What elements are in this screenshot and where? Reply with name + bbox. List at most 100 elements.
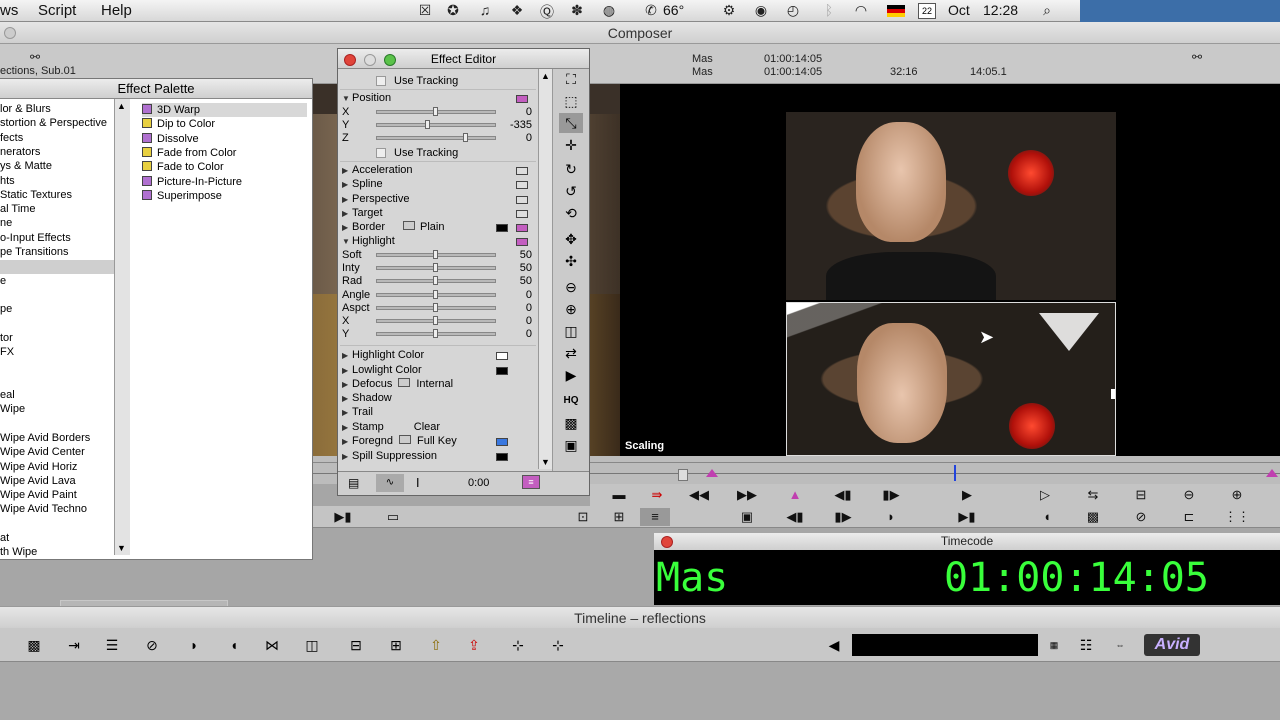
effect-category-item[interactable]: eal [0,389,15,401]
composer-close-button[interactable] [4,27,16,39]
extract-up-icon[interactable]: ⇪ [460,636,488,654]
border-style-value[interactable]: Plain [420,221,444,233]
render-effect-icon[interactable]: ▩ [559,413,583,433]
add-keyframe-button[interactable]: ▩ [1078,508,1108,526]
go-to-out-button[interactable]: ▶▮ [952,508,982,526]
phone-icon[interactable]: ✆ [640,2,662,19]
effect-item[interactable]: Fade to Color [142,160,307,174]
menubar-date[interactable]: Oct [948,2,970,18]
editor-minimize-button[interactable] [364,54,376,66]
quick-transition-button[interactable]: ⊏ [1174,508,1204,526]
trim-left-icon[interactable]: ⊹ [504,636,532,654]
effect-category-item[interactable]: stortion & Perspective [0,117,107,129]
effect-category-item[interactable]: Wipe Avid Paint [0,489,77,501]
extract-icon[interactable]: ☰ [98,636,126,654]
rotate-z-tool-icon[interactable]: ⟲ [559,203,583,223]
transition-tool-icon[interactable]: ⇄ [559,343,583,363]
effect-category-item[interactable]: e [0,275,6,287]
parameter-group[interactable]: ▶ Target [342,206,383,220]
group-enable-box[interactable] [516,195,528,204]
music-note-icon[interactable]: ♫ [474,2,496,18]
slider-knob[interactable] [433,250,438,259]
disclosure-closed-icon[interactable]: ▶ [342,193,352,207]
lift-button[interactable]: ▭ [378,508,408,526]
highlight-param-value[interactable]: 50 [502,248,532,262]
clear-icon[interactable]: ⊘ [138,636,166,654]
resize-handle[interactable] [1111,389,1115,399]
highlight-param-value[interactable]: 0 [502,314,532,328]
mark-in-button[interactable]: ◖ [1032,508,1062,526]
effect-item[interactable]: Superimpose [142,189,307,203]
list-icon[interactable]: ☷ [1072,636,1100,654]
timeline-titlebar[interactable]: Timeline – reflections [0,606,1280,628]
slider-knob[interactable] [433,289,438,299]
crop-tool-icon[interactable]: ⛶ [559,69,583,89]
enlarge-tool-icon[interactable]: ⊕ [559,299,583,319]
script-menu-icon[interactable]: ☒ [414,2,436,19]
play-preview-icon[interactable]: ▶ [559,365,583,385]
disclosure-open-icon[interactable]: ▼ [342,235,352,249]
paw-icon[interactable]: ✽ [566,2,588,19]
shadow-group[interactable]: ▶ Shadow [342,391,392,405]
add-edit-icon[interactable]: ▩ [20,636,48,654]
effect-category-item[interactable]: ys & Matte [0,160,52,172]
position-z-slider-knob[interactable] [463,133,468,142]
scrub-handle[interactable] [678,469,688,481]
effect-palette-titlebar[interactable]: Effect Palette [0,79,312,99]
editor-scrollbar[interactable]: ▲ ▼ [538,69,552,469]
effect-category-item[interactable]: Wipe Avid Horiz [0,461,77,473]
trail-group[interactable]: ▶ Trail [342,405,373,419]
dropbox-icon[interactable]: ❖ [506,2,528,19]
effect-category-item[interactable]: tor [0,332,13,344]
step-back-button[interactable]: ◀▮ [828,486,858,504]
play-out-button[interactable]: ▷ [1030,486,1060,504]
link-icon-right[interactable]: ⚯ [1192,50,1202,64]
dial-icon[interactable]: ◍ [598,2,620,19]
position-z-value[interactable]: 0 [502,131,532,145]
time-machine-icon[interactable]: ◴ [782,2,804,19]
effect-category-item[interactable]: Wipe Avid Lava [0,475,76,487]
highlight-param-row[interactable]: Inty 50 [342,261,532,275]
position-group[interactable]: ▼ Position [342,91,391,105]
effect-category-item[interactable]: Wipe Avid Center [0,446,85,458]
sync-button[interactable]: ⇆ [1078,486,1108,504]
disclosure-closed-icon[interactable]: ▶ [342,207,352,221]
group-enable-box[interactable] [516,181,528,190]
bracket-icon[interactable]: ⋈ [258,636,286,654]
segment-button[interactable]: ⊞ [604,508,634,526]
speaker-icon[interactable]: ◀ [820,636,848,654]
menu-help[interactable]: Help [101,2,132,19]
highlight-param-row[interactable]: Angle 0 [342,288,532,302]
overwrite-button[interactable]: ⇛ [642,486,672,504]
spill-color-swatch[interactable] [496,453,508,461]
border-group[interactable]: ▶ Border Plain [342,220,445,234]
mark-in-icon[interactable]: ◖ [220,636,248,654]
foregnd-group[interactable]: ▶ Foregnd Full Key [342,434,457,448]
position-y-value[interactable]: -335 [502,118,532,132]
wifi-icon[interactable]: ◠ [850,2,872,19]
link-icon[interactable]: ⚯ [30,50,40,64]
splice-button[interactable]: ▬ [604,486,634,504]
effect-category-item[interactable]: th Wipe [0,546,37,558]
go-to-mark-button[interactable]: ▶▮ [328,508,358,526]
menubar-clock[interactable]: 12:28 [983,2,1018,18]
highlight-param-value[interactable]: 0 [502,288,532,302]
use-tracking-checkbox-2[interactable] [376,148,386,158]
effect-category-item[interactable]: fects [0,132,23,144]
parameter-group[interactable]: ▶ Spline [342,177,383,191]
fullscreen-tool-icon[interactable]: ▣ [559,435,583,455]
zoom-in-icon[interactable]: ⊕ [1222,486,1252,504]
highlight-group[interactable]: ▼ Highlight [342,234,395,248]
effect-category-item[interactable]: Wipe Avid Borders [0,432,90,444]
effect-category-item[interactable]: hts [0,175,15,187]
effect-category-item[interactable]: Wipe [0,403,25,415]
highlight-param-slider[interactable] [376,329,496,339]
keyframe-add-icon[interactable]: ≡ [522,475,540,489]
timecode-titlebar[interactable]: Timecode [654,533,1280,550]
lowlight-color-swatch[interactable] [496,367,508,375]
disclosure-open-icon[interactable]: ▼ [342,92,352,106]
effect-item[interactable]: Dip to Color [142,117,307,131]
editor-zoom-button[interactable] [384,54,396,66]
slider-knob[interactable] [433,276,438,286]
effect-category-item[interactable]: FX [0,346,14,358]
